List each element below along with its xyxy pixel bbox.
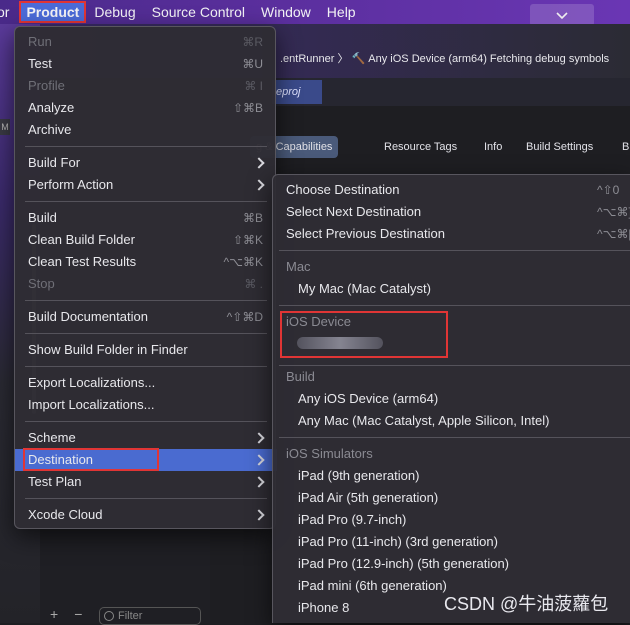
chevron-right-icon bbox=[253, 476, 265, 488]
menu-separator bbox=[25, 421, 267, 422]
menu-item-profile[interactable]: Profile ⌘ I bbox=[15, 75, 277, 97]
annotation-box-ios-device bbox=[280, 311, 448, 358]
menu-item-export-localizations[interactable]: Export Localizations... bbox=[15, 372, 277, 394]
menu-item-clean-build-folder[interactable]: Clean Build Folder ⇧⌘K bbox=[15, 229, 277, 251]
menu-item-build-for[interactable]: Build For bbox=[15, 152, 277, 174]
filter-placeholder: Filter bbox=[118, 610, 143, 622]
menu-source-control[interactable]: Source Control bbox=[144, 0, 253, 24]
menu-item-clean-test-results[interactable]: Clean Test Results ^⌥⌘K bbox=[15, 251, 277, 273]
menu-help[interactable]: Help bbox=[319, 0, 364, 24]
menu-separator bbox=[279, 437, 630, 438]
menu-item-simulator[interactable]: iPad Pro (12.9-inch) (5th generation) bbox=[273, 553, 630, 575]
menu-item-archive[interactable]: Archive bbox=[15, 119, 277, 141]
tab-build-settings[interactable]: Build Settings bbox=[526, 136, 593, 158]
menu-item-simulator[interactable]: iPad Pro (11-inch) (3rd generation) bbox=[273, 531, 630, 553]
menu-item-any-mac[interactable]: Any Mac (Mac Catalyst, Apple Silicon, In… bbox=[273, 410, 630, 432]
menu-item-xcode-cloud[interactable]: Xcode Cloud bbox=[15, 504, 277, 526]
tab-info[interactable]: Info bbox=[484, 136, 502, 158]
chevron-right-icon bbox=[253, 157, 265, 169]
menu-item-import-localizations[interactable]: Import Localizations... bbox=[15, 394, 277, 416]
chevron-down-icon bbox=[556, 8, 568, 23]
add-icon[interactable]: + bbox=[50, 606, 58, 622]
menu-item-simulator[interactable]: iPad Air (5th generation) bbox=[273, 487, 630, 509]
section-header-ios-simulators: iOS Simulators bbox=[286, 446, 373, 461]
filter-input[interactable]: Filter bbox=[99, 607, 201, 625]
menu-item-scheme[interactable]: Scheme bbox=[15, 427, 277, 449]
menu-item-test[interactable]: Test ⌘U bbox=[15, 53, 277, 75]
menu-item-simulator[interactable]: iPad (9th generation) bbox=[273, 465, 630, 487]
left-strip-badge: M bbox=[0, 119, 10, 135]
menu-item-any-ios-device[interactable]: Any iOS Device (arm64) bbox=[273, 388, 630, 410]
menu-separator bbox=[25, 300, 267, 301]
menu-item-build[interactable]: Build ⌘B bbox=[15, 207, 277, 229]
watermark: CSDN @牛油菠蘿包 bbox=[444, 594, 609, 614]
menu-item-my-mac[interactable]: My Mac (Mac Catalyst) bbox=[273, 278, 630, 300]
menu-bar: or Product Debug Source Control Window H… bbox=[0, 0, 630, 26]
scheme-breadcrumb[interactable]: .entRunner 〉 🔨 Any iOS Device (arm64) Fe… bbox=[280, 50, 609, 66]
menu-tools-partial[interactable]: or bbox=[0, 0, 17, 24]
tab-build-phases-partial[interactable]: B bbox=[622, 136, 629, 158]
menu-separator bbox=[279, 305, 630, 306]
destination-submenu: Choose Destination ^⇧0 Select Next Desti… bbox=[272, 174, 630, 623]
annotation-box-destination bbox=[23, 448, 159, 471]
menu-window[interactable]: Window bbox=[253, 0, 319, 24]
menu-separator bbox=[279, 250, 630, 251]
menu-product[interactable]: Product bbox=[19, 1, 87, 23]
menu-item-perform-action[interactable]: Perform Action bbox=[15, 174, 277, 196]
filter-icon bbox=[104, 611, 114, 621]
project-tab[interactable]: eproj bbox=[272, 80, 322, 104]
chevron-right-icon bbox=[253, 179, 265, 191]
menu-item-analyze[interactable]: Analyze ⇧⌘B bbox=[15, 97, 277, 119]
section-header-build: Build bbox=[286, 369, 315, 384]
menu-separator bbox=[25, 201, 267, 202]
menu-item-test-plan[interactable]: Test Plan bbox=[15, 471, 277, 493]
menu-separator bbox=[25, 333, 267, 334]
menu-item-simulator[interactable]: iPad Pro (9.7-inch) bbox=[273, 509, 630, 531]
menu-item-stop[interactable]: Stop ⌘ . bbox=[15, 273, 277, 295]
menu-separator bbox=[25, 498, 267, 499]
menu-item-run[interactable]: Run ⌘R bbox=[15, 31, 277, 53]
menu-separator bbox=[25, 366, 267, 367]
menu-item-previous-destination[interactable]: Select Previous Destination ^⌥⌘[ bbox=[273, 223, 630, 245]
control-center-dropdown[interactable] bbox=[530, 4, 594, 26]
menu-item-show-build-folder[interactable]: Show Build Folder in Finder bbox=[15, 339, 277, 361]
menu-debug[interactable]: Debug bbox=[86, 0, 143, 24]
chevron-right-icon bbox=[253, 454, 265, 466]
section-header-mac: Mac bbox=[286, 259, 311, 274]
menu-item-next-destination[interactable]: Select Next Destination ^⌥⌘] bbox=[273, 201, 630, 223]
menu-separator bbox=[279, 365, 630, 366]
remove-icon[interactable]: − bbox=[74, 606, 82, 622]
menu-separator bbox=[25, 146, 267, 147]
chevron-right-icon bbox=[253, 509, 265, 521]
chevron-right-icon bbox=[253, 432, 265, 444]
menu-item-build-documentation[interactable]: Build Documentation ^⇧⌘D bbox=[15, 306, 277, 328]
menu-item-choose-destination[interactable]: Choose Destination ^⇧0 bbox=[273, 179, 630, 201]
tab-resource-tags[interactable]: Resource Tags bbox=[384, 136, 457, 158]
